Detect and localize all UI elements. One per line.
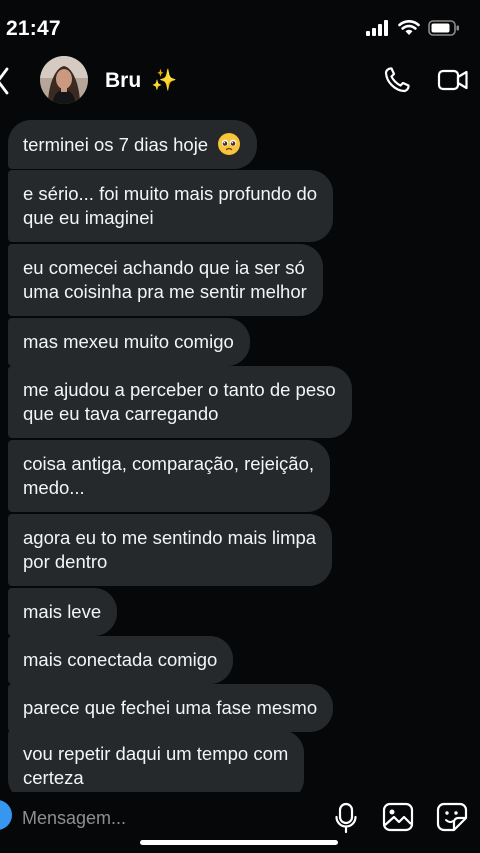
contact-name-text: Bru xyxy=(105,69,142,92)
message-list[interactable]: terminei os 7 dias hoje e sério... foi m… xyxy=(0,116,480,792)
message-bubble[interactable]: e sério... foi muito mais profundo do qu… xyxy=(8,170,334,242)
camera-button[interactable] xyxy=(0,800,12,830)
message-text-line: uma coisinha pra me sentir melhor xyxy=(23,281,307,302)
message-bubble[interactable]: mais leve xyxy=(8,588,118,636)
status-bar: 21:47 xyxy=(0,0,480,52)
contact-name[interactable]: Bru ✨ xyxy=(105,69,177,93)
message-bubble[interactable]: eu comecei achando que ia ser só uma coi… xyxy=(8,244,323,316)
sparkles-emoji: ✨ xyxy=(151,69,178,92)
status-icons xyxy=(366,20,460,36)
message-bubble[interactable]: mais conectada comigo xyxy=(8,636,234,684)
message-text-line: certeza xyxy=(23,767,84,788)
sticker-icon[interactable] xyxy=(436,802,468,832)
message-bubble[interactable]: me ajudou a perceber o tanto de peso que… xyxy=(8,366,352,438)
message-text-line: coisa antiga, comparação, rejeição, xyxy=(23,453,315,474)
message-text-line: agora eu to me sentindo mais limpa xyxy=(23,527,317,548)
avatar-photo xyxy=(40,56,88,104)
microphone-icon[interactable] xyxy=(334,802,358,834)
avatar[interactable] xyxy=(40,56,88,104)
message-bubble[interactable]: vou repetir daqui um tempo com certeza xyxy=(8,730,305,792)
chevron-left-icon[interactable] xyxy=(0,66,10,96)
message-text-line: e sério... foi muito mais profundo do xyxy=(23,183,318,204)
phone-icon[interactable] xyxy=(383,66,411,94)
wifi-icon xyxy=(398,20,420,35)
message-text: mais conectada comigo xyxy=(23,649,218,670)
message-text: mas mexeu muito comigo xyxy=(23,331,234,352)
message-composer xyxy=(0,794,480,842)
message-text: parece que fechei uma fase mesmo xyxy=(23,697,318,718)
message-bubble[interactable]: parece que fechei uma fase mesmo xyxy=(8,684,334,732)
message-text: mais leve xyxy=(23,601,102,622)
chat-screen: 21:47 Bru ✨ terminei os 7 dias hoje e sé… xyxy=(0,0,480,853)
message-text: terminei os 7 dias hoje xyxy=(23,134,209,155)
message-text-line: me ajudou a perceber o tanto de peso xyxy=(23,379,336,400)
message-text-line: que eu imaginei xyxy=(23,207,154,228)
status-time: 21:47 xyxy=(6,17,61,40)
message-bubble[interactable]: coisa antiga, comparação, rejeição, medo… xyxy=(8,440,331,512)
chat-header: Bru ✨ xyxy=(0,52,480,110)
message-text-line: eu comecei achando que ia ser só xyxy=(23,257,305,278)
message-text-line: vou repetir daqui um tempo com xyxy=(23,743,289,764)
home-indicator xyxy=(140,840,338,845)
message-input[interactable] xyxy=(22,805,302,831)
battery-icon xyxy=(428,20,459,36)
message-text-line: por dentro xyxy=(23,551,108,572)
image-icon[interactable] xyxy=(382,802,414,832)
message-bubble[interactable]: mas mexeu muito comigo xyxy=(8,318,250,366)
cellular-signal-icon xyxy=(366,20,388,36)
message-text-line: medo... xyxy=(23,477,85,498)
message-text-line: que eu tava carregando xyxy=(23,403,219,424)
pleading-face-emoji-icon xyxy=(218,133,241,155)
video-camera-icon[interactable] xyxy=(437,66,469,94)
message-bubble[interactable]: terminei os 7 dias hoje xyxy=(8,120,258,169)
message-bubble[interactable]: agora eu to me sentindo mais limpa por d… xyxy=(8,514,333,586)
